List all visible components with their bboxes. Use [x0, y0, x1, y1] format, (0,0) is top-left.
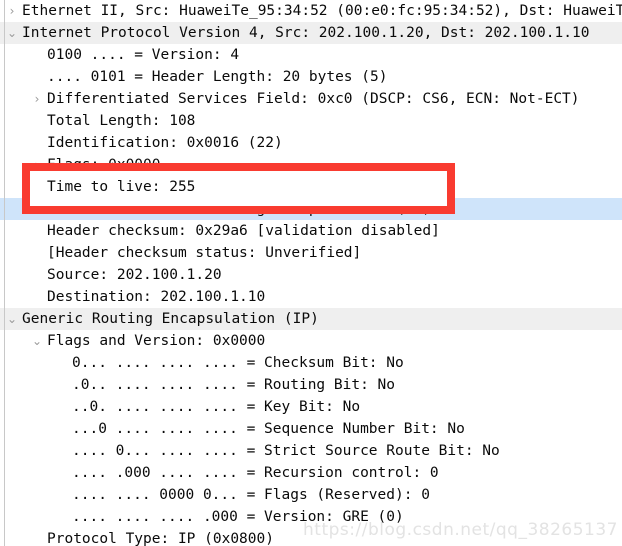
- packet-detail-tree[interactable]: › Ethernet II, Src: HuaweiTe_95:34:52 (00…: [0, 0, 622, 546]
- tree-item-label: Flags: 0x0000: [47, 157, 161, 173]
- chevron-down-icon[interactable]: ⌄: [5, 308, 19, 330]
- tree-item-identification[interactable]: Identification: 0x0016 (22): [0, 132, 622, 154]
- tree-item-label: .... 0... .... .... = Strict Source Rout…: [72, 443, 500, 459]
- tree-item-gre-recursion-control[interactable]: .... .000 .... .... = Recursion control:…: [0, 462, 622, 484]
- tree-item-dscp-field[interactable]: › Differentiated Services Field: 0xc0 (DS…: [0, 88, 622, 110]
- packet-details-pane[interactable]: › Ethernet II, Src: HuaweiTe_95:34:52 (00…: [0, 0, 622, 546]
- tree-item-gre-sequence-number-bit[interactable]: ...0 .... .... .... = Sequence Number Bi…: [0, 418, 622, 440]
- tree-item-gre-flags-reserved[interactable]: .... .... 0000 0... = Flags (Reserved): …: [0, 484, 622, 506]
- tree-item-label: .... .000 .... .... = Recursion control:…: [72, 465, 439, 481]
- tree-item-label: ...0 .... .... .... = Sequence Number Bi…: [72, 421, 465, 437]
- tree-item-label: Differentiated Services Field: 0xc0 (DSC…: [47, 91, 580, 107]
- tree-item-label: Flags and Version: 0x0000: [47, 333, 266, 349]
- tree-item-label: Destination: 202.100.1.10: [47, 289, 266, 305]
- tree-item-gre[interactable]: ⌄ Generic Routing Encapsulation (IP): [0, 308, 622, 330]
- tree-item-gre-flags-version[interactable]: ⌄ Flags and Version: 0x0000: [0, 330, 622, 352]
- chevron-right-icon[interactable]: ›: [30, 88, 44, 110]
- tree-item-ip-version[interactable]: 0100 .... = Version: 4: [0, 44, 622, 66]
- tree-item-label: .... .... 0000 0... = Flags (Reserved): …: [72, 487, 430, 503]
- tree-item-gre-version[interactable]: .... .... .... .000 = Version: GRE (0): [0, 506, 622, 528]
- tree-item-label: Header checksum: 0x29a6 [validation disa…: [47, 223, 440, 239]
- tree-item-ethernet-ii[interactable]: › Ethernet II, Src: HuaweiTe_95:34:52 (00…: [0, 0, 622, 22]
- tree-item-label: ..0. .... .... .... = Key Bit: No: [72, 399, 361, 415]
- tree-item-label: .... .... .... .000 = Version: GRE (0): [72, 509, 404, 525]
- tree-item-label: Identification: 0x0016 (22): [47, 135, 283, 151]
- tree-item-label: 0... .... .... .... = Checksum Bit: No: [72, 355, 404, 371]
- tree-item-gre-checksum-bit[interactable]: 0... .... .... .... = Checksum Bit: No: [0, 352, 622, 374]
- tree-item-label: Ethernet II, Src: HuaweiTe_95:34:52 (00:…: [22, 3, 622, 19]
- tree-item-header-checksum-status[interactable]: [Header checksum status: Unverified]: [0, 242, 622, 264]
- tree-item-ip-source[interactable]: Source: 202.100.1.20: [0, 264, 622, 286]
- tree-item-ip-header-length[interactable]: .... 0101 = Header Length: 20 bytes (5): [0, 66, 622, 88]
- chevron-down-icon[interactable]: ⌄: [5, 22, 19, 44]
- chevron-right-icon[interactable]: ›: [30, 154, 44, 176]
- tree-item-protocol-gre[interactable]: Protocol: Generic Routing Encapsulation …: [0, 198, 622, 220]
- tree-item-label: Protocol: Generic Routing Encapsulation …: [47, 201, 432, 217]
- tree-item-label: Protocol Type: IP (0x0800): [47, 531, 274, 546]
- tree-item-gre-routing-bit[interactable]: .0.. .... .... .... = Routing Bit: No: [0, 374, 622, 396]
- tree-item-ip-destination[interactable]: Destination: 202.100.1.10: [0, 286, 622, 308]
- chevron-right-icon[interactable]: ›: [5, 0, 19, 22]
- tree-item-label: Internet Protocol Version 4, Src: 202.10…: [22, 25, 590, 41]
- tree-item-label: Total Length: 108: [47, 113, 196, 129]
- tree-item-header-checksum[interactable]: Header checksum: 0x29a6 [validation disa…: [0, 220, 622, 242]
- tree-item-ipv4[interactable]: ⌄ Internet Protocol Version 4, Src: 202.1…: [0, 22, 622, 44]
- chevron-down-icon[interactable]: ⌄: [30, 330, 44, 352]
- tree-item-label: [Header checksum status: Unverified]: [47, 245, 362, 261]
- tree-item-gre-protocol-type[interactable]: Protocol Type: IP (0x0800): [0, 528, 622, 546]
- tree-item-label: Generic Routing Encapsulation (IP): [22, 311, 319, 327]
- tree-item-label: Time to live: 255: [47, 179, 196, 195]
- tree-item-total-length[interactable]: Total Length: 108: [0, 110, 622, 132]
- tree-item-ip-flags[interactable]: › Flags: 0x0000: [0, 154, 622, 176]
- tree-item-time-to-live[interactable]: Time to live: 255: [0, 176, 622, 198]
- tree-item-label: Source: 202.100.1.20: [47, 267, 222, 283]
- tree-item-label: .0.. .... .... .... = Routing Bit: No: [72, 377, 396, 393]
- tree-item-gre-strict-source-route-bit[interactable]: .... 0... .... .... = Strict Source Rout…: [0, 440, 622, 462]
- tree-item-gre-key-bit[interactable]: ..0. .... .... .... = Key Bit: No: [0, 396, 622, 418]
- tree-item-label: 0100 .... = Version: 4: [47, 47, 240, 63]
- tree-item-label: .... 0101 = Header Length: 20 bytes (5): [47, 69, 388, 85]
